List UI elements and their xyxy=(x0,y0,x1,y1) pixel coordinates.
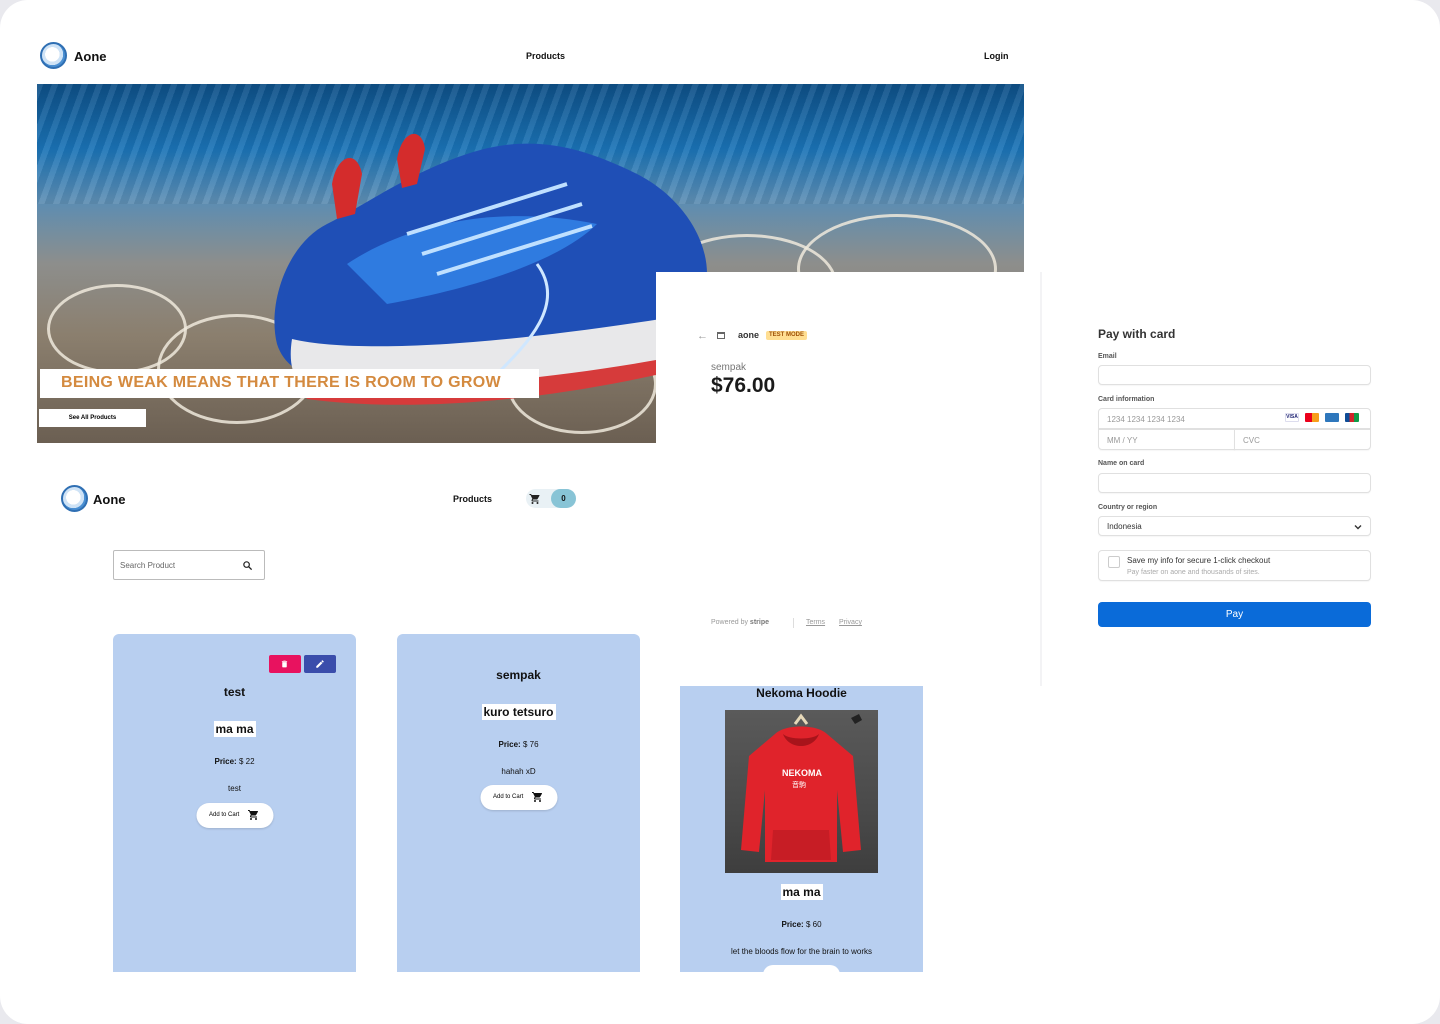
visa-icon: VISA xyxy=(1285,413,1299,422)
product-card: sempak kuro tetsuro Price: $ 76 hahah xD… xyxy=(397,634,640,972)
screenshot-canvas: Aone Products Login BEING WEAK MEANS THA… xyxy=(0,0,1440,1024)
card-info-label: Card information xyxy=(1098,396,1155,403)
trash-icon xyxy=(281,660,288,668)
delete-product-button[interactable] xyxy=(269,655,301,673)
shop-brand-name[interactable]: Aone xyxy=(93,492,126,507)
price-value: $ 22 xyxy=(236,757,255,766)
save-info-box: Save my info for secure 1-click checkout… xyxy=(1098,550,1371,581)
checkout-divider xyxy=(1040,272,1042,686)
hoodie-print-text: NEKOMA xyxy=(782,768,822,778)
product-name: ma ma xyxy=(213,721,256,737)
card-number-placeholder: 1234 1234 1234 1234 xyxy=(1107,415,1185,424)
save-info-subtext: Pay faster on aone and thousands of site… xyxy=(1127,569,1260,576)
price-label: Price: xyxy=(781,920,804,929)
search-box xyxy=(113,550,265,580)
product-title: Nekoma Hoodie xyxy=(756,686,847,700)
product-description: test xyxy=(228,784,241,793)
card-cvc-field[interactable]: CVC xyxy=(1234,429,1371,450)
jcb-icon xyxy=(1345,413,1359,422)
stripe-logo: stripe xyxy=(749,619,769,626)
product-price: Price: $ 22 xyxy=(113,757,356,766)
add-to-cart-button[interactable]: Add to Cart xyxy=(480,785,557,810)
hero-tagline-box: BEING WEAK MEANS THAT THERE IS ROOM TO G… xyxy=(40,369,539,398)
mastercard-icon xyxy=(1305,413,1319,422)
product-image: NEKOMA 音駒 xyxy=(725,710,878,873)
add-to-cart-label: Add to Cart xyxy=(493,794,524,800)
store-icon xyxy=(717,332,725,339)
name-on-card-field[interactable] xyxy=(1098,473,1371,493)
product-card: test ma ma Price: $ 22 test Add to Cart xyxy=(113,634,356,972)
country-value: Indonesia xyxy=(1107,522,1142,531)
product-title: test xyxy=(223,685,246,699)
country-label: Country or region xyxy=(1098,504,1158,511)
cart-icon xyxy=(529,494,540,504)
add-to-cart-button[interactable]: Add to Cart xyxy=(196,803,273,828)
cart-icon xyxy=(247,810,258,820)
card-expiry-field[interactable]: MM / YY xyxy=(1098,429,1235,450)
brand-logo-icon[interactable] xyxy=(40,42,67,69)
product-name: kuro tetsuro xyxy=(481,704,556,720)
price-value: $ 76 xyxy=(520,740,539,749)
add-to-cart-button[interactable] xyxy=(763,965,840,975)
product-price: Price: $ 76 xyxy=(397,740,640,749)
add-to-cart-label: Add to Cart xyxy=(209,812,240,818)
email-label: Email xyxy=(1098,353,1117,360)
name-on-card-label: Name on card xyxy=(1098,460,1145,467)
store-name: aone xyxy=(738,330,760,340)
product-title: sempak xyxy=(496,668,541,682)
hero-tagline: BEING WEAK MEANS THAT THERE IS ROOM TO G… xyxy=(61,374,501,391)
cart-count-badge: 0 xyxy=(551,489,576,508)
hoodie-print-subtext: 音駒 xyxy=(792,782,806,789)
chevron-down-icon xyxy=(1354,525,1362,530)
product-card: Nekoma Hoodie NEKOMA 音駒 ma ma Price: $ 6… xyxy=(680,686,923,975)
product-name: ma ma xyxy=(780,884,823,900)
product-description: hahah xD xyxy=(501,767,536,776)
powered-by-stripe: Powered by stripe xyxy=(711,619,769,626)
checkout-product-name: sempak xyxy=(711,362,747,373)
cart-icon xyxy=(531,792,542,802)
brand-name[interactable]: Aone xyxy=(74,49,107,64)
nav-products-link[interactable]: Products xyxy=(526,51,565,61)
terms-link[interactable]: Terms xyxy=(806,619,825,626)
save-info-checkbox[interactable] xyxy=(1108,556,1120,568)
arrow-left-icon[interactable]: ← xyxy=(697,330,708,342)
top-navbar: Aone Products Login xyxy=(37,36,1024,76)
checkout-price: $76.00 xyxy=(711,374,776,397)
amex-icon xyxy=(1325,413,1339,422)
email-field[interactable] xyxy=(1098,365,1371,385)
pay-with-card-title: Pay with card xyxy=(1098,327,1176,341)
price-label: Price: xyxy=(498,740,521,749)
see-all-products-button[interactable]: See All Products xyxy=(39,409,146,427)
save-info-text: Save my info for secure 1-click checkout xyxy=(1127,556,1271,565)
test-mode-badge: TEST MODE xyxy=(766,331,808,340)
price-value: $ 60 xyxy=(803,920,822,929)
powered-by-text: Powered by xyxy=(711,619,748,626)
price-label: Price: xyxy=(214,757,237,766)
brand-logo-icon[interactable] xyxy=(61,485,88,512)
shop-nav-products-link[interactable]: Products xyxy=(453,494,492,504)
expiry-placeholder: MM / YY xyxy=(1107,436,1138,445)
search-input[interactable] xyxy=(120,558,235,572)
cvc-placeholder: CVC xyxy=(1243,436,1260,445)
product-description: let the bloods flow for the brain to wor… xyxy=(731,947,872,956)
stripe-checkout: ← aone TEST MODE sempak $76.00 Powered b… xyxy=(656,272,1440,686)
product-price: Price: $ 60 xyxy=(680,920,923,929)
country-select[interactable]: Indonesia xyxy=(1098,516,1371,536)
pencil-icon xyxy=(316,660,324,668)
edit-product-button[interactable] xyxy=(304,655,336,673)
nav-login-link[interactable]: Login xyxy=(984,51,1009,61)
search-icon[interactable] xyxy=(242,560,253,571)
privacy-link[interactable]: Privacy xyxy=(839,619,862,626)
hoodie-image xyxy=(741,713,862,862)
pay-button[interactable]: Pay xyxy=(1098,602,1371,627)
footer-divider xyxy=(793,618,794,628)
